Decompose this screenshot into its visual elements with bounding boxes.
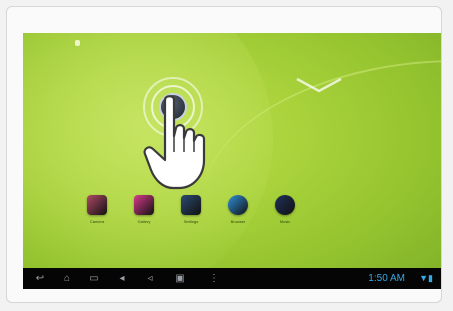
- dock-app[interactable]: Settings: [179, 195, 203, 225]
- music-icon[interactable]: [275, 195, 295, 215]
- dock-app-label: Browser: [230, 219, 246, 224]
- navigation-bar: ↩ ⌂ ▭ ◂ ◃ ▣ ⋮ 1:50 AM ▼▮: [23, 268, 441, 289]
- dock-app-label: Camera: [89, 219, 105, 224]
- screenshot-icon[interactable]: ▣: [173, 273, 187, 284]
- back-icon[interactable]: ↩: [33, 273, 47, 284]
- gallery-icon[interactable]: [134, 195, 154, 215]
- status-icons: ▼▮: [419, 273, 433, 283]
- menu-icon[interactable]: ⋮: [207, 273, 221, 284]
- dock-app-label: Gallery: [137, 219, 151, 224]
- status-bar: [23, 33, 441, 51]
- volume-up-icon[interactable]: ◃: [143, 273, 157, 284]
- chevron-down-icon: [296, 77, 342, 93]
- dock-app[interactable]: Browser: [226, 195, 250, 225]
- camera-icon[interactable]: [87, 195, 107, 215]
- settings-icon[interactable]: [181, 195, 201, 215]
- tablet-screen: Camera Gallery Settings Browser Music ↩ ⌂ ▭ …: [23, 33, 441, 289]
- dock-app[interactable]: Gallery: [132, 195, 156, 225]
- browser-icon[interactable]: [228, 195, 248, 215]
- dock-app[interactable]: Camera: [85, 195, 109, 225]
- notification-icon: [75, 40, 80, 46]
- app-dock: Camera Gallery Settings Browser Music: [85, 195, 297, 225]
- clock: 1:50 AM: [368, 273, 405, 284]
- volume-down-icon[interactable]: ◂: [115, 273, 129, 284]
- home-icon[interactable]: ⌂: [60, 273, 74, 284]
- dock-app[interactable]: Music: [273, 195, 297, 225]
- recent-apps-icon[interactable]: ▭: [87, 273, 101, 284]
- pointing-hand-icon: [143, 95, 206, 190]
- dock-app-label: Settings: [183, 219, 199, 224]
- dock-app-label: Music: [279, 219, 291, 224]
